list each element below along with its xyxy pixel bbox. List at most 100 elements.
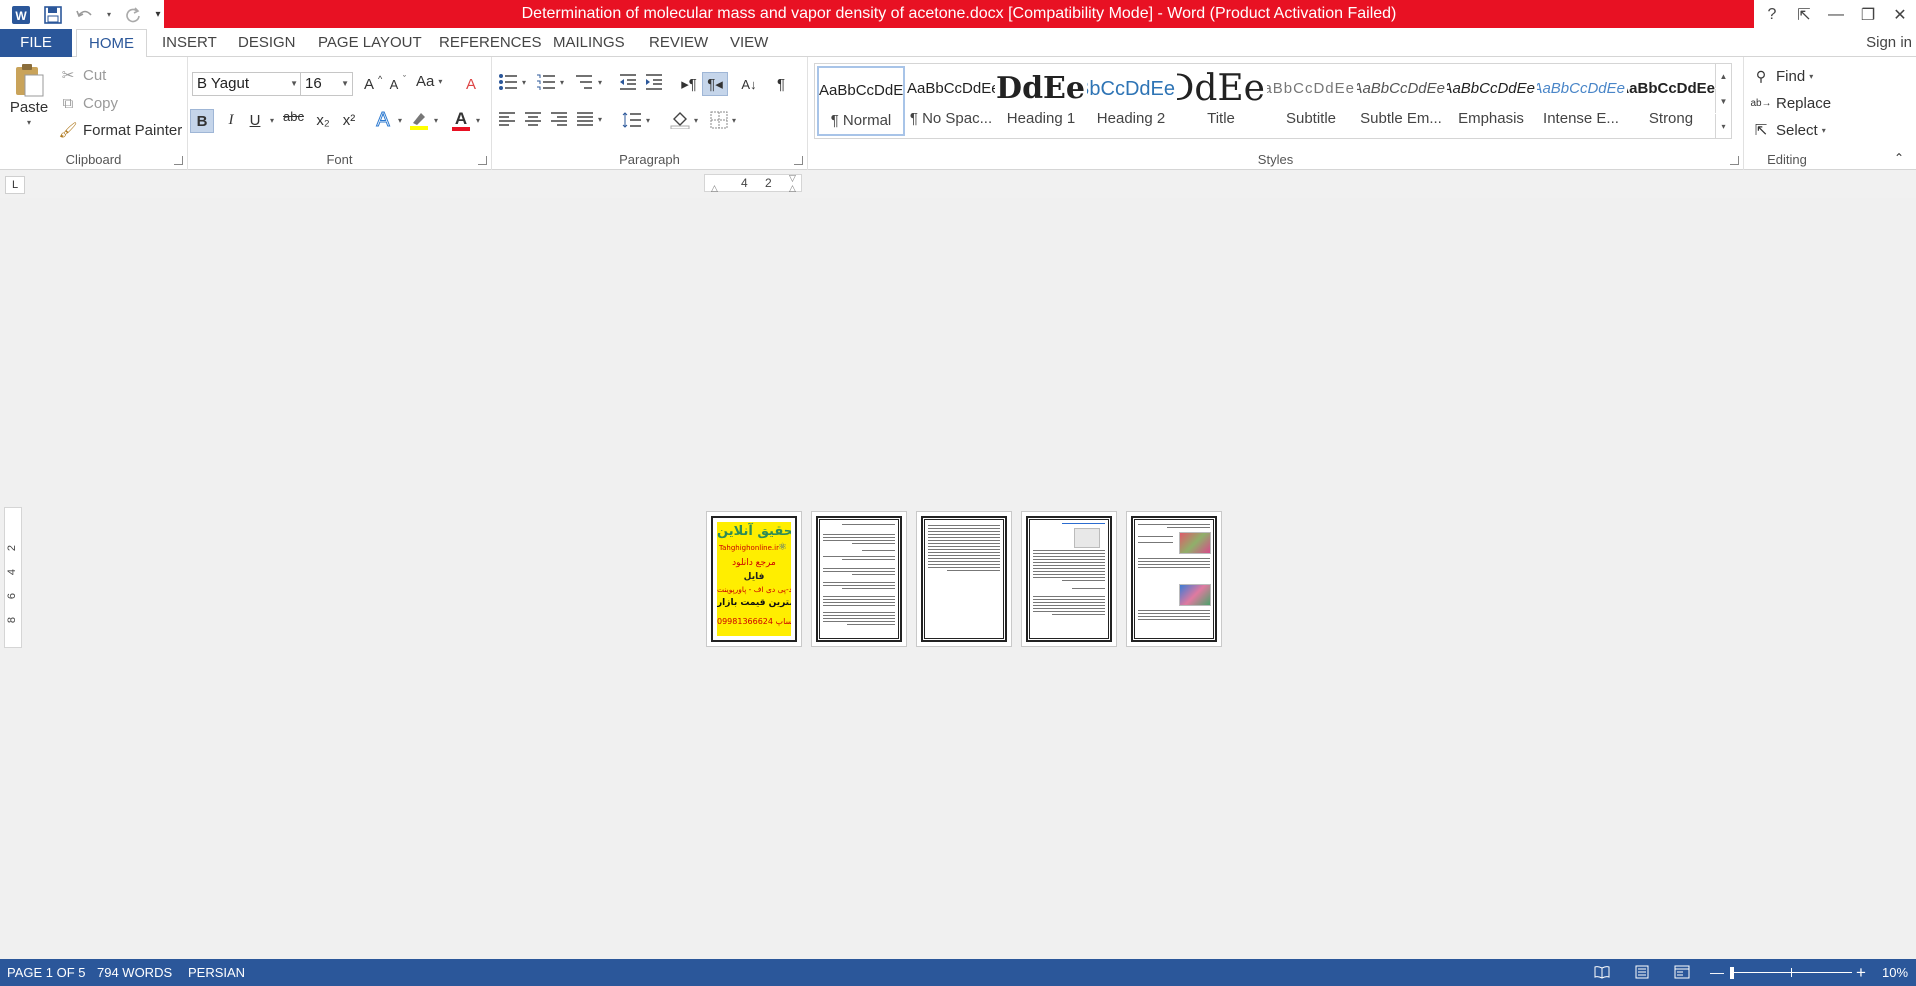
style-title[interactable]: AaBbCcDdEe Title — [1177, 66, 1265, 136]
page-thumbnail-1[interactable]: تحقیق آنلاین Tahghighonline.ir ⚛ مرجع دا… — [706, 511, 802, 647]
hanging-indent-marker-icon[interactable]: △ — [789, 183, 796, 194]
highlight-button[interactable]: ▾ — [408, 109, 438, 131]
strikethrough-button[interactable]: abc — [283, 109, 304, 124]
vertical-ruler[interactable]: 2 4 6 8 — [4, 507, 22, 648]
zoom-out-button[interactable]: — — [1710, 959, 1724, 986]
language-indicator[interactable]: PERSIAN — [188, 959, 245, 986]
styles-launcher-icon[interactable] — [1730, 156, 1739, 165]
page-thumbnail-3[interactable] — [916, 511, 1012, 647]
font-size-combo[interactable]: 16 ▼ — [300, 72, 353, 96]
zoom-level[interactable]: 10% — [1882, 959, 1908, 986]
show-marks-button[interactable]: ¶ — [770, 73, 792, 95]
gallery-more-icon[interactable]: ▾ — [1715, 114, 1731, 139]
italic-button[interactable]: I — [220, 109, 242, 131]
gallery-scroll-down-icon[interactable]: ▼ — [1715, 89, 1731, 113]
help-button[interactable]: ? — [1756, 0, 1788, 29]
line-spacing-button[interactable]: ▾ — [622, 111, 650, 129]
format-painter-button[interactable]: 🖌 Format Painter — [57, 119, 182, 141]
close-button[interactable]: ✕ — [1884, 0, 1916, 29]
style-normal[interactable]: AaBbCcDdEe ¶ Normal — [817, 66, 905, 136]
tab-review[interactable]: REVIEW — [637, 29, 720, 57]
paste-dropdown-icon[interactable]: ▾ — [27, 118, 31, 127]
underline-button[interactable]: U ▾ — [244, 109, 274, 131]
document-area[interactable]: 2 4 6 8 تحقیق آنلاین Tahghighonline.ir ⚛… — [0, 198, 1916, 959]
style-heading-1[interactable]: AaBbCcDdEe Heading 1 — [997, 66, 1085, 136]
tab-view[interactable]: VIEW — [718, 29, 780, 57]
horizontal-ruler[interactable]: 4 2 △ ▽ △ — [704, 173, 802, 194]
style-subtle-emphasis[interactable]: AaBbCcDdEe Subtle Em... — [1357, 66, 1445, 136]
style-intense-emphasis[interactable]: AaBbCcDdEe Intense E... — [1537, 66, 1625, 136]
tab-file[interactable]: FILE — [0, 29, 72, 57]
restore-button[interactable]: ❐ — [1852, 0, 1884, 29]
page-count[interactable]: PAGE 1 OF 5 — [7, 959, 86, 986]
superscript-button[interactable]: x² — [338, 109, 360, 131]
word-app-icon[interactable]: W — [8, 2, 34, 28]
find-button[interactable]: ⚲ Find ▾ — [1750, 65, 1813, 87]
page-thumbnail-5[interactable] — [1126, 511, 1222, 647]
left-indent-marker-icon[interactable]: △ — [711, 183, 718, 194]
undo-dropdown-icon[interactable]: ▾ — [104, 2, 114, 28]
grow-font-button[interactable]: A ^ — [358, 73, 382, 95]
sort-button[interactable]: A↓ — [738, 73, 760, 95]
font-launcher-icon[interactable] — [478, 156, 487, 165]
clipboard-launcher-icon[interactable] — [174, 156, 183, 165]
borders-button[interactable]: ▾ — [710, 111, 736, 129]
read-mode-icon[interactable] — [1594, 964, 1610, 980]
style-no-spacing[interactable]: AaBbCcDdEe ¶ No Spac... — [907, 66, 995, 136]
align-left-button[interactable] — [498, 111, 516, 127]
rtl-direction-button[interactable]: ¶◂ — [702, 72, 728, 96]
paragraph-launcher-icon[interactable] — [794, 156, 803, 165]
tab-references[interactable]: REFERENCES — [427, 29, 554, 57]
print-layout-icon[interactable] — [1634, 964, 1650, 980]
tab-page-layout[interactable]: PAGE LAYOUT — [306, 29, 434, 57]
ltr-direction-button[interactable]: ▸¶ — [678, 73, 700, 95]
align-right-button[interactable] — [550, 111, 568, 127]
style-emphasis[interactable]: AaBbCcDdEe Emphasis — [1447, 66, 1535, 136]
sign-in-link[interactable]: Sign in — [1866, 29, 1916, 57]
shrink-font-button[interactable]: Aˇ — [383, 73, 406, 95]
font-name-combo[interactable]: B Yagut ▼ — [192, 72, 302, 96]
style-subtitle[interactable]: AaBbCcDdEe Subtitle — [1267, 66, 1355, 136]
tab-mailings[interactable]: MAILINGS — [541, 29, 637, 57]
zoom-slider[interactable] — [1732, 972, 1852, 973]
style-heading-2[interactable]: AaBbCcDdEe Heading 2 — [1087, 66, 1175, 136]
page-thumbnail-4[interactable] — [1021, 511, 1117, 647]
paste-button[interactable]: Paste ▾ — [8, 63, 50, 127]
multilevel-list-button[interactable]: ▾ — [574, 73, 602, 91]
customize-qat-icon[interactable]: ▾ — [152, 2, 164, 28]
save-icon[interactable] — [40, 2, 66, 28]
zoom-in-button[interactable]: + — [1856, 959, 1866, 986]
style-strong[interactable]: AaBbCcDdEe Strong — [1627, 66, 1715, 136]
subscript-button[interactable]: x₂ — [312, 109, 334, 131]
word-count[interactable]: 794 WORDS — [97, 959, 172, 986]
bullets-button[interactable]: ▾ — [498, 73, 526, 91]
tab-insert[interactable]: INSERT — [150, 29, 229, 57]
minimize-button[interactable]: — — [1820, 0, 1852, 29]
tab-design[interactable]: DESIGN — [226, 29, 308, 57]
gallery-scroll-up-icon[interactable]: ▲ — [1715, 64, 1731, 88]
increase-indent-button[interactable] — [644, 73, 664, 91]
shading-button[interactable]: ▾ — [670, 111, 698, 129]
zoom-slider-thumb[interactable] — [1730, 967, 1734, 979]
align-center-button[interactable] — [524, 111, 542, 127]
change-case-button[interactable]: Aa ▾ — [416, 73, 442, 90]
tab-selector[interactable]: L — [5, 176, 25, 194]
font-color-button[interactable]: A ▾ — [450, 109, 480, 131]
undo-icon[interactable] — [72, 2, 98, 28]
numbering-button[interactable]: ▾ — [536, 73, 564, 91]
text-effects-button[interactable]: A ▾ — [372, 108, 402, 131]
replace-button[interactable]: ab→ Replace — [1750, 92, 1831, 114]
tab-home[interactable]: HOME — [76, 29, 147, 58]
collapse-ribbon-icon[interactable]: ⌃ — [1894, 151, 1904, 165]
copy-button[interactable]: ⧉ Copy — [57, 92, 118, 114]
page-thumbnail-2[interactable] — [811, 511, 907, 647]
ribbon-display-options-button[interactable]: ⇱ — [1788, 0, 1820, 29]
select-button[interactable]: ⇱ Select ▾ — [1750, 119, 1826, 141]
decrease-indent-button[interactable] — [618, 73, 638, 91]
cut-button[interactable]: ✂ Cut — [57, 64, 107, 86]
redo-icon[interactable] — [120, 2, 146, 28]
justify-button[interactable]: ▾ — [576, 111, 602, 127]
web-layout-icon[interactable] — [1674, 964, 1690, 980]
bold-button[interactable]: B — [190, 109, 214, 133]
clear-formatting-button[interactable]: A — [460, 73, 482, 95]
